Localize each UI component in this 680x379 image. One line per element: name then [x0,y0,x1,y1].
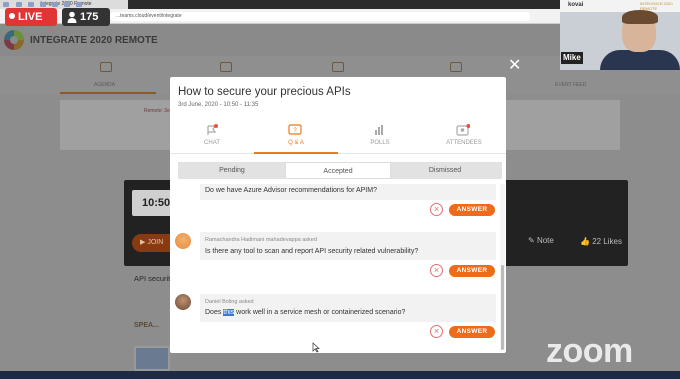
nav-icon [220,62,232,72]
selected-text[interactable]: this [223,309,235,316]
tab-polls[interactable]: POLLS [338,118,422,154]
dismiss-button[interactable]: × [430,325,443,338]
question-text-end: work well in a service mesh or container… [234,309,406,316]
participant-body [600,50,680,70]
question-text: Do we have Azure Advisor recommendations… [205,187,377,194]
avatar [175,233,191,249]
question-text-start: Does [205,309,224,316]
answer-button[interactable]: ANSWER [449,265,495,277]
taskbar-app-icon[interactable] [28,1,34,7]
participant-name: Mike [561,52,583,64]
person-icon [67,11,77,23]
qa-icon: ? [288,124,302,135]
close-icon[interactable]: ✕ [508,58,521,74]
note-button[interactable]: ✎ Note [528,236,554,245]
answer-button[interactable]: ANSWER [449,326,495,338]
taskbar-app-icon[interactable] [76,1,82,7]
brand-logo: kovai [568,2,584,8]
speaker-avatar[interactable] [134,346,170,371]
subtab-pending[interactable]: Pending [180,162,284,179]
mouse-cursor-icon [312,342,320,353]
nav-active-indicator [60,92,156,94]
subtab-accepted[interactable]: Accepted [285,162,391,179]
taskbar-app-icon[interactable] [64,1,70,7]
answer-button[interactable]: ANSWER [449,204,495,216]
scrollbar-thumb[interactable] [501,265,504,350]
modal-date: 3rd June, 2020 - 10:50 - 11:35 [178,102,259,108]
nav-item-event-feed[interactable]: EVENT FEED [555,82,586,88]
participant-hair [622,10,658,24]
event-title: INTEGRATE 2020 REMOTE [30,35,158,46]
flag-icon [207,124,218,135]
nav-icon [450,62,462,72]
dismiss-button[interactable]: × [430,203,443,216]
svg-text:?: ? [293,128,297,134]
start-icon[interactable] [3,1,9,7]
tab-attendees[interactable]: ATTENDEES [422,118,506,154]
calendar-icon [100,62,112,72]
tab-polls-label: POLLS [370,140,390,146]
join-label: JOIN [147,239,164,246]
event-logo [4,30,24,50]
windows-taskbar [0,371,680,379]
nav-item-agenda[interactable]: AGENDA [94,82,115,88]
likes-label: 22 Likes [592,237,622,246]
taskbar-app-icon[interactable] [52,1,58,7]
people-icon [456,124,470,136]
question-asker: Ramachandra Hadimani mahadevappa asked [205,237,317,243]
dismiss-button[interactable]: × [430,264,443,277]
avatar [175,294,191,310]
question-text: Is there any tool to scan and report API… [205,248,419,255]
active-tab-indicator [254,152,338,154]
likes-button[interactable]: 👍 22 Likes [580,237,622,246]
speakers-heading: SPEA... [134,322,159,329]
tab-chat[interactable]: CHAT [170,118,254,154]
nav-icon [332,62,344,72]
card-text: Remote: 3e [144,108,170,114]
live-label: LIVE [18,11,43,23]
bar-chart-icon [375,125,383,135]
taskbar-clock: 11:02 AM [650,1,667,6]
zoom-logo: zoom [546,332,633,370]
question-text: Does this work well in a service mesh or… [205,309,405,316]
live-badge: LIVE [5,8,57,26]
tab-qa-label: Q & A [288,140,304,146]
subtab-dismissed[interactable]: Dismissed [392,162,498,179]
modal-title: How to secure your precious APIs [178,86,351,98]
url-field[interactable]: ...teams.cloud/event/integrate [110,12,530,21]
tab-attendees-label: ATTENDEES [446,140,482,146]
taskbar-app-icon[interactable] [16,1,22,7]
taskbar-app-icon[interactable] [40,1,46,7]
tab-chat-label: CHAT [204,140,220,146]
tab-qa[interactable]: ? Q & A [254,118,338,154]
question-asker: Daniel Boling asked [205,299,254,305]
note-label: Note [536,236,554,245]
live-dot-icon [9,13,15,19]
